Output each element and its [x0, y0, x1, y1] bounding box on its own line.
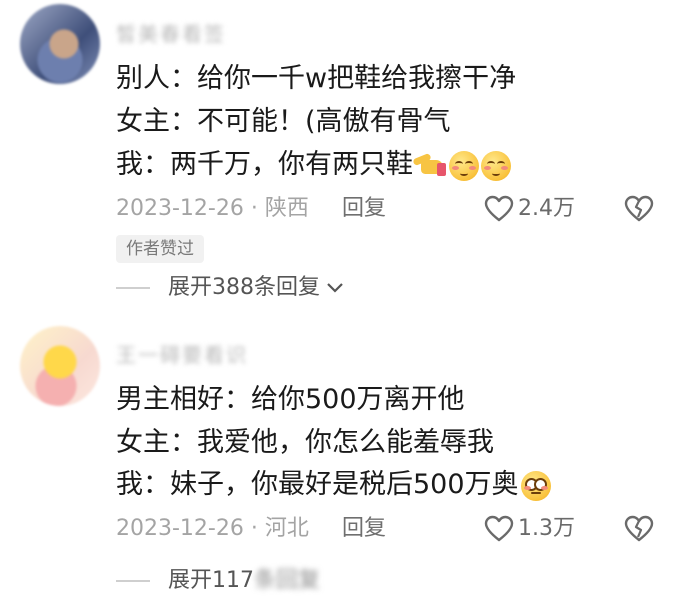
comment-text: 我：两千万，你有两只鞋	[116, 149, 413, 180]
comment-line: 女主：不可能！(高傲有骨气	[116, 106, 451, 137]
dislike-button[interactable]	[624, 195, 654, 227]
username[interactable]: 王一碍要看识	[116, 339, 248, 367]
chevron-down-icon	[327, 283, 343, 293]
divider	[116, 580, 150, 582]
relieved-face-icon	[481, 150, 511, 181]
comment-meta: 2023-12-26 · 河北	[116, 516, 309, 541]
flushed-face-icon	[520, 470, 551, 501]
broken-heart-icon	[624, 515, 654, 542]
broken-heart-icon	[624, 195, 654, 222]
comment-line: 别人：给你一千w把鞋给我擦干净	[116, 63, 517, 94]
comment-date: 2023-12-26	[116, 196, 244, 221]
like-button[interactable]: 2.4万	[484, 194, 575, 224]
comment-meta: 2023-12-26 · 陕西	[116, 196, 309, 221]
like-count: 2.4万	[518, 196, 575, 221]
comment-line: 男主相好：给你500万离开他	[116, 384, 465, 415]
avatar[interactable]	[20, 4, 100, 84]
comment-text: 我：妹子，你最好是税后500万奥	[116, 469, 519, 500]
comment-location: 陕西	[264, 196, 309, 221]
expand-replies-label-obscured: 条回复	[254, 568, 321, 593]
reply-button[interactable]: 回复	[342, 514, 386, 544]
comment-location: 河北	[264, 516, 309, 541]
avatar[interactable]	[20, 326, 100, 406]
like-button[interactable]: 1.3万	[484, 514, 575, 544]
pointing-hand-icon	[412, 152, 447, 178]
reply-button[interactable]: 回复	[342, 194, 386, 224]
like-count: 1.3万	[518, 516, 575, 541]
expand-replies-button[interactable]: 展开117 条回复	[116, 566, 320, 596]
username[interactable]: 皙美春看签	[116, 18, 226, 46]
author-liked-badge: 作者赞过	[116, 235, 204, 263]
comment-date: 2023-12-26	[116, 516, 244, 541]
expand-replies-label: 展开117	[168, 568, 254, 593]
heart-icon	[484, 515, 514, 542]
heart-icon	[484, 195, 514, 222]
comment-line-with-emoji: 我：两千万，你有两只鞋	[116, 147, 511, 183]
comment-line: 女主：我爱他，你怎么能羞辱我	[116, 427, 494, 458]
comment-line-with-emoji: 我：妹子，你最好是税后500万奥	[116, 467, 551, 503]
expand-replies-button[interactable]: 展开388条回复	[116, 273, 344, 303]
relieved-face-icon	[449, 150, 479, 181]
expand-replies-label: 展开388条回复	[168, 275, 320, 300]
divider	[116, 287, 150, 289]
dislike-button[interactable]	[624, 515, 654, 547]
